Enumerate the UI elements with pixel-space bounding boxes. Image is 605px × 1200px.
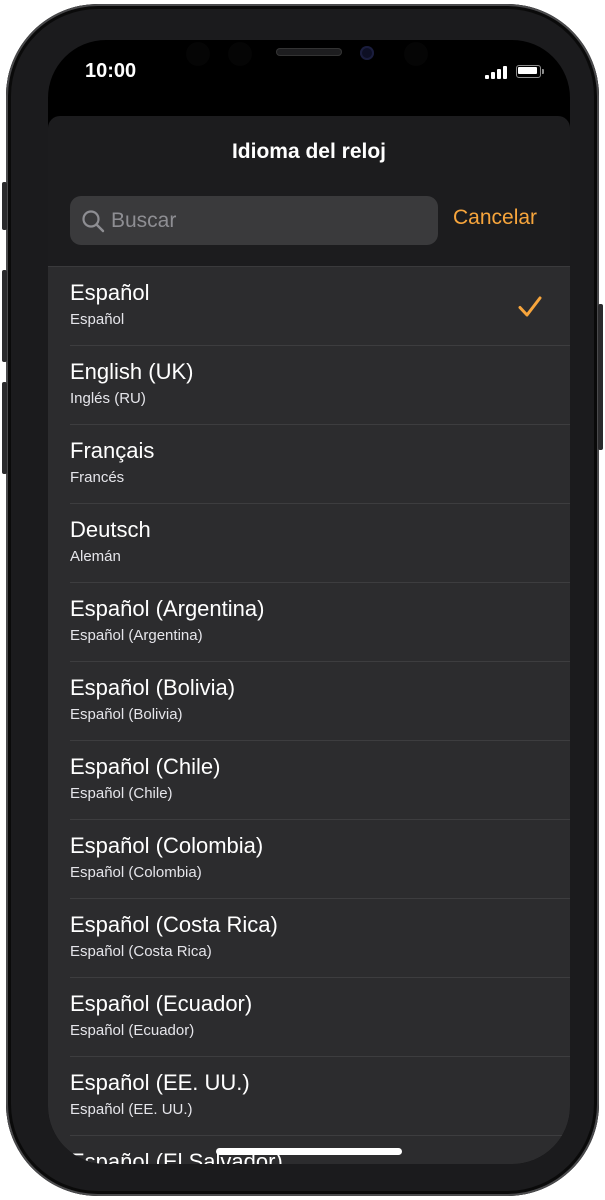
language-name: Deutsch bbox=[70, 517, 151, 542]
language-name: Español (EE. UU.) bbox=[70, 1070, 250, 1095]
language-native-name: Español (Argentina) bbox=[70, 627, 203, 644]
language-name: Français bbox=[70, 438, 155, 463]
language-native-name: Español (Ecuador) bbox=[70, 1022, 195, 1039]
language-native-name: Español (Bolivia) bbox=[70, 706, 183, 723]
search-field[interactable] bbox=[70, 196, 438, 245]
sensor bbox=[186, 42, 210, 66]
sensor bbox=[228, 42, 252, 66]
language-native-name: Francés bbox=[70, 469, 125, 486]
cancel-button[interactable]: Cancelar bbox=[453, 206, 537, 230]
language-name: Español (Chile) bbox=[70, 754, 221, 779]
notch bbox=[164, 40, 454, 80]
language-row[interactable]: Español (Argentina) Español (Argentina) bbox=[48, 583, 570, 662]
screen: 10:00 Idioma del reloj Buscar Cancelar E… bbox=[48, 40, 570, 1164]
language-native-name: Alemán bbox=[70, 548, 121, 565]
language-list: Español Español English (UK) Inglés (RU) Fra… bbox=[48, 266, 570, 1164]
language-row[interactable]: Español Español bbox=[48, 267, 570, 346]
sheet-title: Idioma del reloj bbox=[231, 140, 387, 163]
sensor bbox=[404, 42, 428, 66]
phone-frame: 10:00 Idioma del reloj Buscar Cancelar E… bbox=[2, 4, 603, 1196]
language-row[interactable]: Español (EE. UU.) Español (EE. UU.) bbox=[48, 1057, 570, 1136]
language-row[interactable]: Français Francés bbox=[48, 425, 570, 504]
language-name: Español (Colombia) bbox=[70, 833, 264, 858]
language-row[interactable]: Deutsch Alemán bbox=[48, 504, 570, 583]
home-indicator bbox=[216, 1148, 402, 1155]
language-name: Español (Argentina) bbox=[70, 596, 265, 621]
language-native-name: Español bbox=[70, 311, 125, 328]
language-native-name: Español (Chile) bbox=[70, 785, 173, 802]
language-row[interactable]: Español (Ecuador) Español (Ecuador) bbox=[48, 978, 570, 1057]
language-name: Español (Ecuador) bbox=[70, 991, 253, 1016]
language-name: English (UK) bbox=[70, 359, 194, 384]
language-picker-sheet: Idioma del reloj Cancelar EspañolEspañol… bbox=[48, 116, 570, 1164]
language-name: Español bbox=[70, 280, 150, 305]
language-native-name: Español (EE. UU.) bbox=[70, 1101, 193, 1118]
language-native-name: Español (Colombia) bbox=[70, 864, 202, 881]
status-time: 10:00 bbox=[85, 60, 137, 82]
battery-icon bbox=[516, 65, 544, 78]
language-name: Español (Costa Rica) bbox=[70, 912, 278, 937]
search-icon bbox=[82, 210, 105, 233]
front-camera bbox=[360, 46, 374, 60]
volume-up-button bbox=[2, 270, 7, 362]
volume-down-button bbox=[2, 382, 7, 474]
language-native-name: Español (Costa Rica) bbox=[70, 943, 212, 960]
power-button bbox=[598, 304, 603, 450]
earpiece-speaker bbox=[276, 48, 342, 56]
language-row[interactable]: English (UK) Inglés (RU) bbox=[48, 346, 570, 425]
search-input[interactable] bbox=[111, 196, 431, 245]
language-native-name: Inglés (RU) bbox=[70, 390, 146, 407]
mute-switch bbox=[2, 182, 7, 230]
language-row[interactable]: Español (Bolivia) Español (Bolivia) bbox=[48, 662, 570, 741]
language-name: Español (Bolivia) bbox=[70, 675, 236, 700]
language-row[interactable]: Español (Chile) Español (Chile) bbox=[48, 741, 570, 820]
language-row[interactable]: Español (Costa Rica) Español (Costa Rica) bbox=[48, 899, 570, 978]
cellular-signal-icon bbox=[485, 66, 509, 79]
checkmark-icon bbox=[518, 296, 542, 317]
language-row[interactable]: Español (Colombia) Español (Colombia) bbox=[48, 820, 570, 899]
